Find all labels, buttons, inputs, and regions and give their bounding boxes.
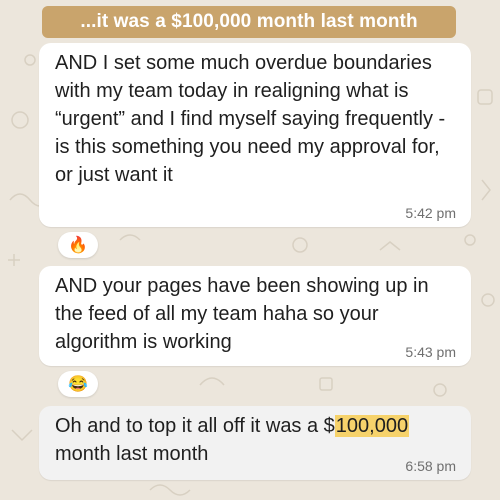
- caption-banner: ...it was a $100,000 month last month: [42, 6, 456, 38]
- message-bubble[interactable]: AND your pages have been showing up in t…: [39, 266, 471, 366]
- message-timestamp: 5:42 pm: [405, 205, 456, 221]
- laughing-reaction-icon[interactable]: 😂: [58, 371, 98, 397]
- message-bubble[interactable]: AND I set some much overdue boundaries w…: [39, 43, 471, 227]
- message-timestamp: 6:58 pm: [405, 458, 456, 474]
- fire-reaction-icon[interactable]: 🔥: [58, 232, 98, 258]
- highlighted-amount: 100,000: [334, 415, 410, 437]
- message-text: AND I set some much overdue boundaries w…: [55, 52, 446, 186]
- message-bubble[interactable]: Oh and to top it all off it was a $100,0…: [39, 406, 471, 480]
- message-timestamp: 5:43 pm: [405, 344, 456, 360]
- message-text-after: month last month: [55, 443, 209, 465]
- message-text: AND your pages have been showing up in t…: [55, 275, 429, 353]
- message-text-before: Oh and to top it all off it was a $: [55, 415, 335, 437]
